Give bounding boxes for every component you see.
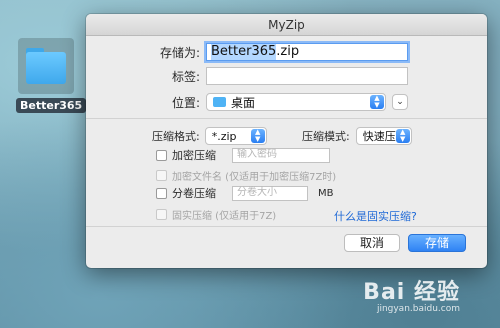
tags-field[interactable] — [206, 67, 408, 85]
format-value: *.zip — [211, 129, 237, 143]
password-input[interactable]: 输入密码 — [232, 147, 330, 163]
mode-popup[interactable]: 快速压缩 ▲ ▼ — [355, 127, 412, 145]
save-as-selected-text: Better365 — [211, 44, 277, 60]
up-down-stepper-icon: ▲ ▼ — [250, 129, 265, 143]
save-button[interactable]: 存储 — [408, 234, 466, 252]
save-as-ext: .zip — [276, 44, 300, 59]
location-label: 位置: — [171, 95, 200, 110]
up-down-stepper-icon: ▲ ▼ — [370, 95, 384, 109]
chevron-down-icon: ⌄ — [396, 97, 404, 107]
format-popup[interactable]: *.zip ▲ ▼ — [204, 127, 267, 145]
desktop-folder[interactable]: Better365 — [16, 38, 87, 113]
cancel-button[interactable]: 取消 — [344, 234, 400, 252]
desktop-folder-label: Better365 — [16, 98, 87, 113]
split-label: 分卷压缩 — [172, 187, 216, 200]
split-size-input[interactable]: 分卷大小 — [232, 185, 308, 201]
separator — [86, 226, 487, 227]
watermark-url: jingyan.baidu.com — [376, 304, 460, 314]
save-dialog: MyZip 存储为: Better365 .zip 标签: 位置: 桌面 ▲ ▼ ⌄… — [86, 14, 487, 268]
split-checkbox[interactable] — [156, 187, 167, 199]
solid-checkbox[interactable] — [156, 209, 167, 220]
solid-help-link[interactable]: 什么是固实压缩? — [334, 208, 417, 224]
password-placeholder: 输入密码 — [237, 149, 277, 160]
solid-label: 固实压缩 (仅适用于7Z) — [172, 211, 277, 222]
expand-chevron-button[interactable]: ⌄ — [392, 94, 408, 110]
split-unit: MB — [318, 187, 334, 199]
tags-label: 标签: — [171, 69, 200, 84]
folder-icon[interactable] — [18, 38, 74, 94]
up-down-stepper-icon: ▲ ▼ — [395, 129, 410, 143]
separator — [86, 118, 487, 119]
dialog-title: MyZip — [86, 14, 487, 36]
mode-label: 压缩模式: — [302, 130, 350, 143]
encrypt-filename-label: 加密文件名 (仅适用于加密压缩7Z时) — [172, 172, 337, 183]
save-as-label: 存储为: — [159, 45, 200, 60]
encrypt-filename-checkbox[interactable] — [156, 170, 167, 181]
watermark-logo: Bai 经验 — [363, 280, 460, 305]
location-popup[interactable]: 桌面 ▲ ▼ — [206, 93, 386, 111]
folder-icon — [213, 97, 226, 107]
format-label: 压缩格式: — [152, 130, 200, 143]
save-as-field[interactable]: Better365 .zip — [206, 43, 408, 61]
baidu-watermark: Bai 经验 jingyan.baidu.com — [363, 274, 460, 314]
location-value: 桌面 — [231, 95, 256, 110]
split-size-placeholder: 分卷大小 — [237, 187, 277, 198]
encrypt-label: 加密压缩 — [172, 149, 216, 162]
encrypt-checkbox[interactable] — [156, 149, 167, 161]
